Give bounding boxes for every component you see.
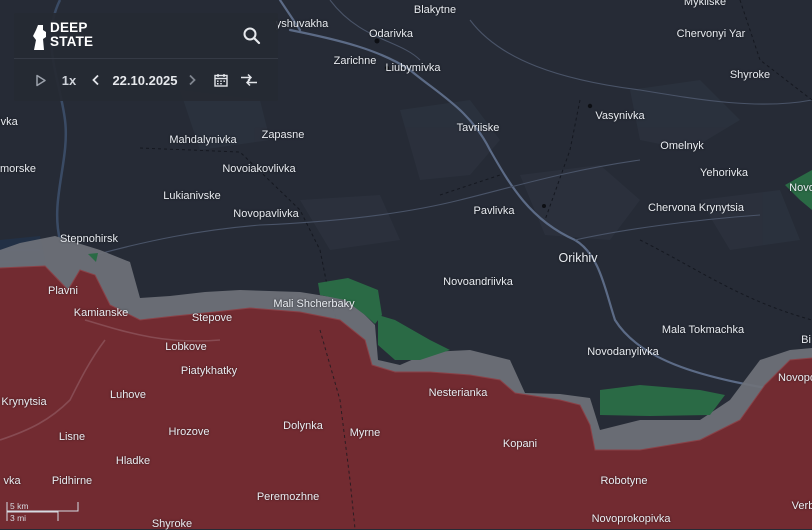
calendar-button[interactable] — [212, 69, 230, 91]
current-date[interactable]: 22.10.2025 — [110, 69, 180, 91]
place-label: Blakytne — [413, 4, 457, 16]
place-label: Kamianske — [73, 307, 129, 319]
place-label: Novopo — [778, 372, 812, 384]
place-label: Robotyne — [600, 475, 648, 487]
place-label: Tavriiske — [456, 122, 500, 134]
place-label: Mahdalynivka — [169, 134, 237, 146]
place-label: Dolynka — [283, 420, 323, 432]
place-label: Stepove — [191, 312, 233, 324]
place-label: Mykilske — [683, 0, 727, 8]
place-label: Shyroke — [151, 518, 193, 530]
timeline-panel: DEEP STATE 1x 22.10.2025 — [14, 13, 278, 101]
place-label: Myrne — [349, 427, 381, 439]
place-label: Piatykhatky — [180, 365, 238, 377]
compare-button[interactable] — [238, 69, 260, 91]
prev-icon — [92, 74, 99, 86]
place-label: Chervona Krynytsia — [648, 202, 744, 214]
place-label: Verb — [791, 500, 812, 512]
place-label: Orikhiv — [558, 251, 598, 265]
place-label: Peremozhne — [256, 491, 320, 503]
place-label: vka — [3, 475, 21, 487]
place-label: Pidhirne — [51, 475, 93, 487]
place-label: Yehorivka — [700, 167, 748, 179]
place-label: Chervonyi Yar — [676, 28, 746, 40]
place-label: Stepnohirsk — [59, 233, 119, 245]
logo-line2: STATE — [50, 34, 94, 49]
panel-divider — [14, 58, 278, 59]
place-label: Krynytsia — [1, 396, 47, 408]
place-label: morske — [0, 163, 37, 175]
place-label: Novoprokopivka — [591, 513, 671, 525]
place-label: Novopavlivka — [233, 208, 299, 220]
place-label: Mali Shcherbaky — [273, 298, 355, 310]
place-label: Liubymivka — [385, 62, 441, 74]
scale-imperial: 3 mi — [10, 513, 27, 523]
place-label: Pavlivka — [473, 205, 515, 217]
next-icon — [189, 74, 196, 86]
search-icon[interactable] — [242, 26, 262, 46]
place-label: Lukianivske — [163, 190, 221, 202]
place-label: Novoandriivka — [443, 276, 513, 288]
place-label: Zarichne — [333, 55, 377, 67]
place-label: Hrozove — [168, 426, 210, 438]
calendar-icon — [214, 74, 228, 87]
place-label: Mala Tokmachka — [661, 324, 745, 336]
next-date-button[interactable] — [185, 69, 199, 91]
place-label: Novo — [789, 182, 812, 194]
scale-metric: 5 km — [10, 501, 29, 511]
place-label: Novodanylivka — [587, 346, 659, 358]
map-scale: 5 km 3 mi — [6, 500, 80, 524]
place-label: Hladke — [115, 455, 151, 467]
place-label: Luhove — [109, 389, 147, 401]
logo-wordmark: DEEP STATE — [50, 21, 93, 49]
play-icon — [36, 74, 46, 86]
place-label: Bi — [801, 334, 811, 346]
prev-date-button[interactable] — [89, 69, 103, 91]
place-label: ivka — [0, 116, 18, 128]
place-label: Zapasne — [261, 129, 305, 141]
place-label: Plavni — [48, 285, 78, 297]
place-label: Omelnyk — [660, 140, 704, 152]
compare-icon — [241, 73, 257, 87]
place-label: Lisne — [58, 431, 86, 443]
place-label: Lobkove — [165, 341, 207, 353]
place-label: Shyroke — [729, 69, 771, 81]
logo-line1: DEEP — [50, 20, 88, 35]
place-label: Nesterianka — [428, 387, 488, 399]
speed-toggle[interactable]: 1x — [58, 69, 80, 91]
place-label: Novoiakovlivka — [222, 163, 296, 175]
place-label: yshuvakha — [275, 18, 329, 30]
place-label: Odarivka — [368, 28, 414, 40]
play-button[interactable] — [32, 69, 50, 91]
place-label: Vasynivka — [595, 110, 645, 122]
place-label: Kopani — [502, 438, 538, 450]
